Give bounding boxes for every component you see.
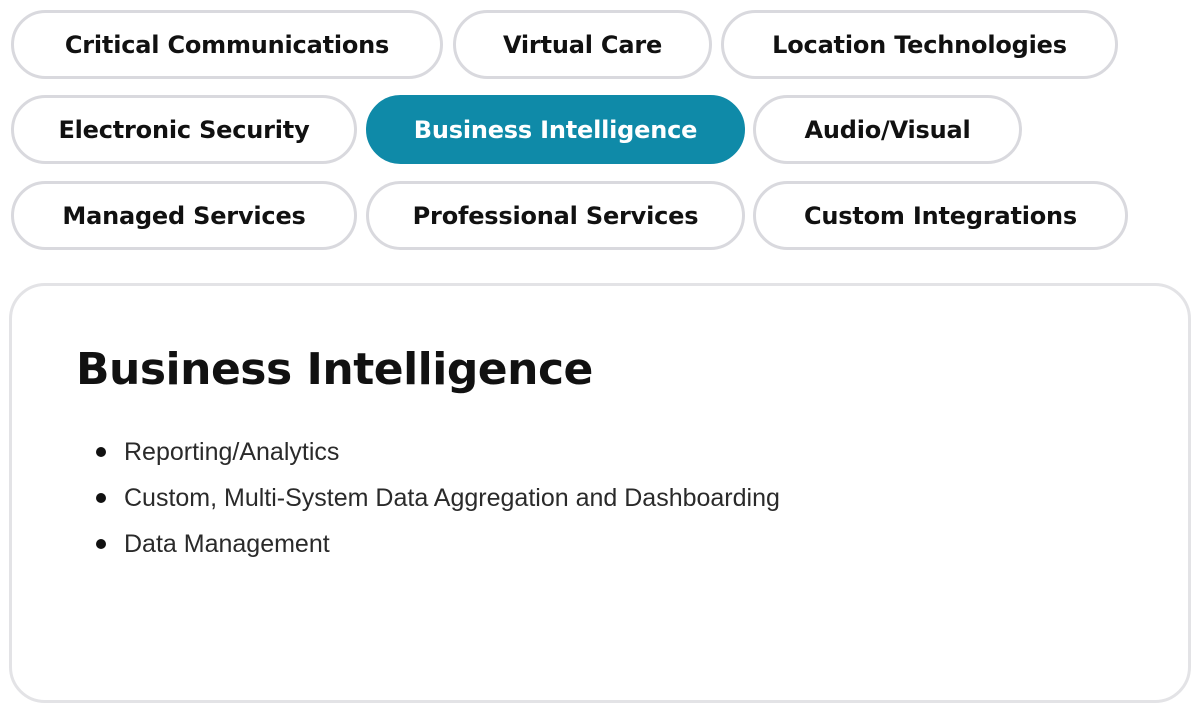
tab-virtual-care[interactable]: Virtual Care xyxy=(453,10,712,79)
list-item: Custom, Multi-System Data Aggregation an… xyxy=(92,478,780,524)
panel-title: Business Intelligence xyxy=(76,344,593,395)
list-item-text: Reporting/Analytics xyxy=(124,438,340,466)
tab-managed-services[interactable]: Managed Services xyxy=(11,181,357,250)
tab-audio-visual[interactable]: Audio/Visual xyxy=(753,95,1022,164)
tab-professional-services[interactable]: Professional Services xyxy=(366,181,745,250)
tab-critical-communications[interactable]: Critical Communications xyxy=(11,10,443,79)
list-item-text: Custom, Multi-System Data Aggregation an… xyxy=(124,484,780,512)
list-item-text: Data Management xyxy=(124,530,330,558)
tab-location-technologies[interactable]: Location Technologies xyxy=(721,10,1118,79)
feature-list: Reporting/Analytics Custom, Multi-System… xyxy=(92,432,780,570)
list-item: Data Management xyxy=(92,524,780,570)
bullet-icon xyxy=(96,539,106,549)
bullet-icon xyxy=(96,493,106,503)
tab-business-intelligence[interactable]: Business Intelligence xyxy=(366,95,745,164)
tab-content-panel: Business Intelligence Reporting/Analytic… xyxy=(9,283,1191,703)
tab-custom-integrations[interactable]: Custom Integrations xyxy=(753,181,1128,250)
tab-electronic-security[interactable]: Electronic Security xyxy=(11,95,357,164)
bullet-icon xyxy=(96,447,106,457)
list-item: Reporting/Analytics xyxy=(92,432,780,478)
